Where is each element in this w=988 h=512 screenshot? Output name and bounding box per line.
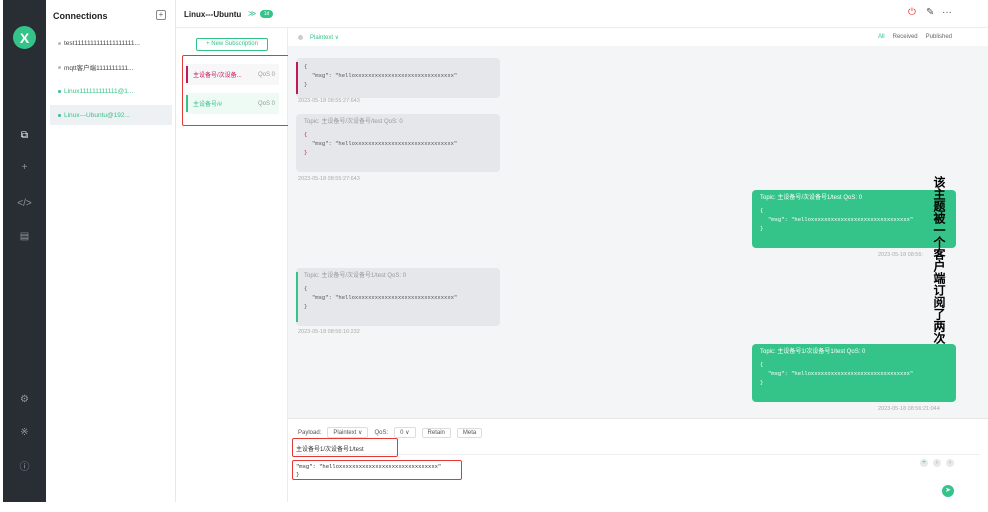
connections-panel: Connections + test1111111111111111111...… <box>46 0 176 502</box>
send-button[interactable]: ➤ <box>942 485 954 497</box>
add-connection-button[interactable]: + <box>156 10 166 20</box>
message-body: "msg": "helloxxxxxxxxxxxxxxxxxxxxxxxxxxx… <box>312 140 458 147</box>
qos-label: QoS: <box>374 429 389 436</box>
filter-tabs: All Received Published <box>878 34 952 40</box>
message-body: } <box>304 149 308 156</box>
message-body: } <box>760 225 764 232</box>
message-body: } <box>760 379 764 386</box>
left-nav: X ⧉ + </> ▤ ⚙ ※ ⓘ <box>3 0 46 502</box>
message-body: { <box>760 207 764 214</box>
message-time: 2023-05-18 08:56:21:044 <box>878 406 940 412</box>
history-forward-icon[interactable]: › <box>946 459 954 467</box>
message-bubble: { "msg": "helloxxxxxxxxxxxxxxxxxxxxxxxxx… <box>296 58 500 98</box>
connection-label: mqtt客户端1111111111... <box>64 65 134 72</box>
message-topic: Topic: 主设备号/次设备号/test QoS: 0 <box>304 119 403 125</box>
about-icon[interactable]: ※ <box>17 425 32 440</box>
message-topic: Topic: 主设备号/次设备号1/test QoS: 0 <box>760 195 863 201</box>
annotation-text: 该主题被一个客户端订阅了两次 <box>932 176 946 344</box>
payload-format-select[interactable]: Plaintext ∨ <box>327 427 369 438</box>
topic-input[interactable]: 主设备号1/次设备号1/test <box>296 444 980 455</box>
status-dot-icon <box>58 65 61 69</box>
settings-icon[interactable]: ⚙ <box>17 392 32 407</box>
message-body: { <box>304 131 308 138</box>
qos-select[interactable]: 0 ∨ <box>394 427 416 438</box>
message-bubble: Topic: 主设备号/次设备号1/test QoS: 0 { "msg": "… <box>296 268 500 326</box>
disconnect-icon[interactable]: ⏻ <box>908 7 916 18</box>
format-select[interactable]: Plaintext ∨ <box>310 34 339 41</box>
message-body: } <box>304 303 308 310</box>
connection-label: test1111111111111111111... <box>64 39 140 47</box>
top-bar: Linux---Ubuntu ≫ 1d ⏻ ✎ ··· <box>176 0 988 28</box>
more-icon[interactable]: ··· <box>942 7 952 18</box>
info-icon[interactable]: ⓘ <box>17 458 32 473</box>
message-list: { "msg": "helloxxxxxxxxxxxxxxxxxxxxxxxxx… <box>288 28 988 418</box>
status-dot-icon <box>58 113 61 117</box>
message-bubble: Topic: 主设备号/次设备号/test QoS: 0 { "msg": "h… <box>296 114 500 172</box>
connection-item[interactable]: Linux111111111111@1... <box>50 81 172 101</box>
meta-button[interactable]: Meta <box>456 427 483 438</box>
highlight-box <box>292 438 398 457</box>
message-body: } <box>304 81 308 88</box>
message-bubble-sent: Topic: 主设备号1/次设备号1/test QoS: 0 { "msg": … <box>752 344 956 402</box>
message-topic: Topic: 主设备号/次设备号1/test QoS: 0 <box>304 273 407 279</box>
status-badge: 1d <box>260 10 273 18</box>
message-body: "msg": "helloxxxxxxxxxxxxxxxxxxxxxxxxxxx… <box>768 370 914 377</box>
filter-all[interactable]: All <box>878 34 885 40</box>
new-subscription-button[interactable]: + New Subscription <box>196 38 268 51</box>
highlight-box <box>182 55 290 126</box>
status-dot-icon <box>58 41 61 45</box>
connections-icon[interactable]: ⧉ <box>17 128 32 143</box>
connection-item[interactable]: mqtt客户端1111111111... <box>50 57 172 77</box>
filter-received[interactable]: Received <box>893 34 918 40</box>
connection-title: Linux---Ubuntu <box>184 10 242 19</box>
message-body: { <box>304 63 308 70</box>
message-body: { <box>304 285 308 292</box>
log-icon[interactable]: ▤ <box>17 229 32 244</box>
filter-published[interactable]: Published <box>926 34 952 40</box>
format-dot-icon <box>298 35 303 40</box>
message-body: "msg": "helloxxxxxxxxxxxxxxxxxxxxxxxxxxx… <box>312 72 458 79</box>
message-body: "msg": "helloxxxxxxxxxxxxxxxxxxxxxxxxxxx… <box>768 216 914 223</box>
connection-item-selected[interactable]: Linux---Ubuntu@192... <box>50 105 172 125</box>
composer-options: Payload: Plaintext ∨ QoS: 0 ∨ Retain Met… <box>298 427 483 438</box>
retain-toggle[interactable]: Retain <box>421 427 451 438</box>
message-body: "msg": "helloxxxxxxxxxxxxxxxxxxxxxxxxxxx… <box>312 294 458 301</box>
connection-label: Linux---Ubuntu@192... <box>64 111 130 119</box>
edit-icon[interactable]: ✎ <box>926 7 934 18</box>
message-time: 2023-05-18 08:56:16:232 <box>298 329 360 335</box>
connection-label: Linux111111111111@1... <box>64 87 134 95</box>
message-bubble-sent: Topic: 主设备号/次设备号1/test QoS: 0 { "msg": "… <box>752 190 956 248</box>
add-payload-icon[interactable]: + <box>920 459 928 467</box>
payload-label: Payload: <box>298 429 322 436</box>
collapse-icon[interactable]: ≫ <box>248 9 256 18</box>
history-back-icon[interactable]: ‹ <box>933 459 941 467</box>
script-icon[interactable]: </> <box>17 196 32 211</box>
message-body: { <box>760 361 764 368</box>
app-logo-icon: X <box>13 26 36 49</box>
message-time: 2023-05-18 08:56: <box>878 252 923 258</box>
color-bar <box>296 272 298 322</box>
highlight-box <box>292 460 462 480</box>
status-dot-icon <box>58 89 61 93</box>
message-time: 2023-05-18 08:55:27:643 <box>298 176 360 182</box>
message-topic: Topic: 主设备号1/次设备号1/test QoS: 0 <box>760 349 866 355</box>
connection-item[interactable]: test1111111111111111111... <box>50 33 172 53</box>
connections-title: Connections <box>53 11 108 21</box>
message-time: 2023-05-18 08:55:27:643 <box>298 98 360 104</box>
color-bar <box>296 62 298 94</box>
add-icon[interactable]: + <box>17 160 32 175</box>
message-toolbar: Plaintext ∨ All Received Published <box>288 28 988 46</box>
